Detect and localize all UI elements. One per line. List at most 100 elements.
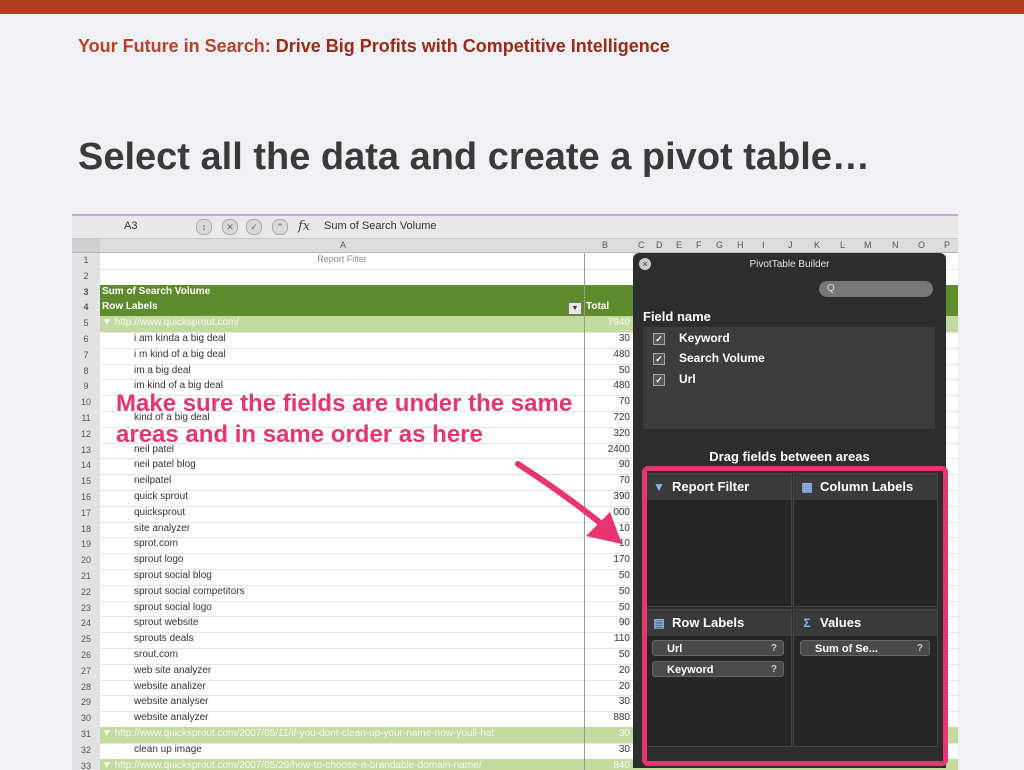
col-header-o[interactable]: O: [918, 240, 925, 250]
col-header-k[interactable]: K: [814, 240, 820, 250]
col-header-b[interactable]: B: [602, 240, 608, 250]
stepper-icon[interactable]: ↕: [196, 219, 212, 235]
row-number[interactable]: 25: [72, 632, 100, 648]
cell-b[interactable]: Total: [586, 301, 630, 312]
field-search-input[interactable]: Q: [819, 281, 933, 297]
cell-b[interactable]: 90: [586, 617, 630, 628]
cell-a[interactable]: website analizer: [102, 681, 614, 692]
col-header-p[interactable]: P: [944, 240, 950, 250]
col-header-m[interactable]: M: [864, 240, 872, 250]
row-number[interactable]: 23: [72, 600, 100, 617]
cell-b[interactable]: 110: [586, 633, 630, 644]
col-header-j[interactable]: J: [788, 240, 793, 250]
row-number[interactable]: 13: [72, 442, 100, 459]
row-number[interactable]: 12: [72, 426, 100, 443]
row-number[interactable]: 21: [72, 569, 100, 585]
row-number[interactable]: 32: [72, 742, 100, 759]
cell-a[interactable]: sprout social blog: [102, 570, 614, 581]
row-number[interactable]: 6: [72, 332, 100, 348]
cell-b[interactable]: 880: [586, 712, 630, 723]
cell-a[interactable]: i m kind of a big deal: [102, 349, 614, 360]
row-number[interactable]: 20: [72, 553, 100, 569]
cancel-icon[interactable]: ✕: [222, 219, 238, 235]
col-header-g[interactable]: G: [716, 240, 723, 250]
cell-a[interactable]: sprout website: [102, 617, 614, 628]
row-number[interactable]: 18: [72, 521, 100, 538]
select-all-corner[interactable]: [72, 239, 100, 252]
col-header-e[interactable]: E: [676, 240, 682, 250]
name-box[interactable]: A3: [124, 220, 188, 232]
filter-dropdown-icon[interactable]: ▼: [568, 302, 582, 316]
row-number[interactable]: 22: [72, 584, 100, 601]
col-header-n[interactable]: N: [892, 240, 899, 250]
cell-b[interactable]: 50: [586, 602, 630, 613]
cell-b[interactable]: 480: [586, 349, 630, 360]
cell-a[interactable]: sprout social competitors: [102, 586, 614, 597]
row-number[interactable]: 4: [72, 300, 100, 317]
row-number[interactable]: 10: [72, 395, 100, 411]
row-number[interactable]: 24: [72, 616, 100, 633]
confirm-icon[interactable]: ✓: [246, 219, 262, 235]
row-number[interactable]: 8: [72, 363, 100, 380]
row-number[interactable]: 9: [72, 379, 100, 396]
cell-b[interactable]: 50: [586, 570, 630, 581]
row-number[interactable]: 1: [72, 253, 100, 269]
row-number[interactable]: 33: [72, 758, 100, 770]
cell-a[interactable]: srout.com: [102, 649, 614, 660]
col-header-l[interactable]: L: [840, 240, 845, 250]
row-number[interactable]: 28: [72, 679, 100, 696]
cell-a[interactable]: im a big deal: [102, 365, 614, 376]
row-number[interactable]: 16: [72, 490, 100, 506]
field-item-url[interactable]: ✓ Url: [653, 372, 696, 386]
cell-b[interactable]: 30: [586, 333, 630, 344]
cell-a[interactable]: ▼ http://www.quicksprout.com/2007/05/11/…: [102, 728, 582, 739]
cell-b[interactable]: 320: [586, 428, 630, 439]
cell-b[interactable]: 30: [586, 744, 630, 755]
field-item-search-volume[interactable]: ✓ Search Volume: [653, 351, 765, 365]
row-number[interactable]: 26: [72, 648, 100, 664]
cell-a[interactable]: website analyser: [102, 696, 614, 707]
cell-b[interactable]: 840: [586, 760, 630, 770]
cell-a[interactable]: website analyzer: [102, 712, 614, 723]
cell-b[interactable]: 30: [586, 728, 630, 739]
cell-a[interactable]: clean up image: [102, 744, 614, 755]
cell-b[interactable]: 30: [586, 696, 630, 707]
checkbox-icon[interactable]: ✓: [653, 352, 665, 365]
cell-b[interactable]: 480: [586, 380, 630, 391]
row-number[interactable]: 31: [72, 727, 100, 743]
col-header-d[interactable]: D: [656, 240, 663, 250]
cell-b[interactable]: 2400: [586, 444, 630, 455]
row-number[interactable]: 15: [72, 474, 100, 490]
row-number[interactable]: 19: [72, 537, 100, 554]
row-number[interactable]: 29: [72, 695, 100, 712]
cell-b[interactable]: 7940: [586, 317, 630, 328]
cell-a[interactable]: web site analyzer: [102, 665, 614, 676]
fx-icon[interactable]: fx: [298, 219, 310, 234]
col-header-i[interactable]: I: [762, 240, 765, 250]
cell-a[interactable]: Sum of Search Volume: [102, 286, 582, 297]
row-number[interactable]: 5: [72, 316, 100, 332]
col-header-h[interactable]: H: [737, 240, 744, 250]
row-number[interactable]: 27: [72, 663, 100, 680]
cell-b[interactable]: 50: [586, 365, 630, 376]
row-number[interactable]: 7: [72, 347, 100, 364]
formula-input[interactable]: Sum of Search Volume: [324, 220, 437, 232]
checkbox-icon[interactable]: ✓: [653, 373, 665, 386]
row-number[interactable]: 11: [72, 411, 100, 427]
cell-b[interactable]: 50: [586, 649, 630, 660]
cell-a[interactable]: sprouts deals: [102, 633, 614, 644]
cell-a[interactable]: ▼ http://www.quicksprout.com/2007/05/29/…: [102, 760, 582, 770]
cell-b[interactable]: 50: [586, 586, 630, 597]
cell-a[interactable]: i am kinda a big deal: [102, 333, 614, 344]
col-header-c[interactable]: C: [638, 240, 645, 250]
cell-a[interactable]: sprout social logo: [102, 602, 614, 613]
cell-a[interactable]: Row Labels: [102, 301, 582, 312]
cell-b[interactable]: 20: [586, 665, 630, 676]
row-number[interactable]: 2: [72, 268, 100, 285]
row-number[interactable]: 17: [72, 505, 100, 522]
cell-b[interactable]: 70: [586, 396, 630, 407]
col-header-a[interactable]: A: [340, 240, 346, 250]
cell-a[interactable]: Report Filter: [102, 254, 582, 264]
cell-b[interactable]: 20: [586, 681, 630, 692]
row-number[interactable]: 3: [72, 284, 100, 301]
